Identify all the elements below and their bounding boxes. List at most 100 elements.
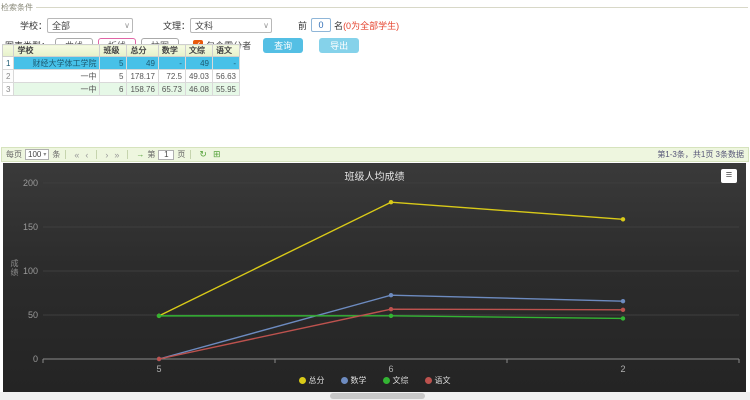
refresh-icon[interactable]: ↻ xyxy=(199,149,207,160)
svg-text:0: 0 xyxy=(33,354,38,364)
chevron-down-icon: ∨ xyxy=(124,21,130,30)
chevron-down-icon: ▾ xyxy=(43,151,46,158)
svg-text:100: 100 xyxy=(23,266,38,276)
school-select-value: 全部 xyxy=(52,19,70,32)
per-page-value: 100 xyxy=(28,150,41,159)
legend-label: 文综 xyxy=(393,375,409,386)
top-n-input[interactable] xyxy=(311,18,331,32)
table-cell: 5 xyxy=(100,70,127,83)
pager-divider xyxy=(65,150,66,159)
column-header[interactable]: 学校 xyxy=(14,45,100,57)
row-number-header xyxy=(3,45,14,57)
svg-text:5: 5 xyxy=(156,364,161,374)
legend-label: 数学 xyxy=(351,375,367,386)
legend-divider xyxy=(36,7,748,8)
page-prefix: 第 xyxy=(147,149,155,160)
svg-text:50: 50 xyxy=(28,310,38,320)
column-header[interactable]: 班级 xyxy=(100,45,127,57)
legend-item[interactable]: 数学 xyxy=(341,375,367,386)
subject-label: 文理： xyxy=(163,19,190,32)
table-cell: 49 xyxy=(127,57,158,70)
pager-divider xyxy=(96,150,97,159)
svg-text:150: 150 xyxy=(23,222,38,232)
pager-summary: 第1-3条，共1页 3条数据 xyxy=(657,149,744,160)
table-row[interactable]: 1财经大学体工学院549-49- xyxy=(3,57,240,70)
svg-text:6: 6 xyxy=(388,364,393,374)
subject-select-value: 文科 xyxy=(195,19,213,32)
table-cell: 72.5 xyxy=(158,70,185,83)
table-cell: 56.63 xyxy=(212,70,239,83)
table-cell: 一中 xyxy=(14,83,100,96)
table-row[interactable]: 3一中6158.7665.7346.0855.95 xyxy=(3,83,240,96)
table-cell: 49 xyxy=(185,57,212,70)
panel-legend-label: 检索条件 xyxy=(1,2,33,13)
legend-marker-icon xyxy=(341,377,348,384)
top-n-hint: (0为全部学生) xyxy=(343,19,399,32)
goto-page-icon[interactable]: → xyxy=(136,150,144,159)
row-number-cell: 1 xyxy=(3,57,14,70)
horizontal-scrollbar[interactable] xyxy=(0,392,750,400)
y-axis-title: 成绩 xyxy=(9,259,20,277)
chart-legend: 总分 数学 文综 语文 xyxy=(3,375,746,386)
export-button[interactable]: 导出 xyxy=(319,38,359,53)
last-page-icon[interactable]: » xyxy=(114,150,119,160)
table-row[interactable]: 2一中5178.1772.549.0356.63 xyxy=(3,70,240,83)
prev-page-icon[interactable]: ‹ xyxy=(85,150,88,160)
chart-title: 班级人均成绩 xyxy=(3,168,746,183)
per-page-suffix: 条 xyxy=(52,149,60,160)
legend-label: 语文 xyxy=(435,375,451,386)
per-page-label: 每页 xyxy=(6,149,22,160)
legend-label: 总分 xyxy=(309,375,325,386)
filter-row: 学校： 全部 ∨ 文理： 文科 ∨ 前 名 (0为全部学生) xyxy=(0,17,750,33)
first-page-icon[interactable]: « xyxy=(74,150,79,160)
table-cell: - xyxy=(212,57,239,70)
pager-bar: 每页 100 ▾ 条 « ‹ › » → 第 页 ↻ ⊞ 第1-3条，共1页 3… xyxy=(1,147,749,162)
pager-divider xyxy=(127,150,128,159)
page-suffix: 页 xyxy=(177,149,185,160)
row-number-cell: 3 xyxy=(3,83,14,96)
top-n-label: 前 xyxy=(298,19,307,32)
svg-text:2: 2 xyxy=(620,364,625,374)
results-grid: 学校班级总分数学文综语文 1财经大学体工学院549-49-2一中5178.177… xyxy=(2,44,240,96)
query-button[interactable]: 查询 xyxy=(263,38,303,53)
legend-marker-icon xyxy=(425,377,432,384)
legend-item[interactable]: 文综 xyxy=(383,375,409,386)
results-table: 学校班级总分数学文综语文 1财经大学体工学院549-49-2一中5178.177… xyxy=(2,44,240,96)
per-page-select[interactable]: 100 ▾ xyxy=(25,149,49,160)
expand-icon[interactable]: ⊞ xyxy=(213,149,221,160)
column-header[interactable]: 文综 xyxy=(185,45,212,57)
table-cell: 65.73 xyxy=(158,83,185,96)
table-cell: 5 xyxy=(100,57,127,70)
column-header[interactable]: 语文 xyxy=(212,45,239,57)
subject-select[interactable]: 文科 ∨ xyxy=(190,18,272,33)
table-cell: 46.08 xyxy=(185,83,212,96)
table-cell: 49.03 xyxy=(185,70,212,83)
panel-legend: 检索条件 xyxy=(0,0,750,13)
table-cell: 178.17 xyxy=(127,70,158,83)
top-n-suffix: 名 xyxy=(334,19,343,32)
table-cell: 55.95 xyxy=(212,83,239,96)
row-number-cell: 2 xyxy=(3,70,14,83)
legend-marker-icon xyxy=(299,377,306,384)
school-label: 学校： xyxy=(20,19,47,32)
table-cell: - xyxy=(158,57,185,70)
school-select[interactable]: 全部 ∨ xyxy=(47,18,133,33)
legend-item[interactable]: 总分 xyxy=(299,375,325,386)
chart-panel: 班级人均成绩 ≡ 成绩 050100150200562 总分数学文综语文 xyxy=(3,163,746,392)
next-page-icon[interactable]: › xyxy=(105,150,108,160)
page-number-input[interactable] xyxy=(158,150,174,160)
column-header[interactable]: 数学 xyxy=(158,45,185,57)
scrollbar-thumb[interactable] xyxy=(330,393,425,399)
page: 检索条件 学校： 全部 ∨ 文理： 文科 ∨ 前 名 (0为全部学生) 图表类型… xyxy=(0,0,750,400)
table-cell: 财经大学体工学院 xyxy=(14,57,100,70)
legend-item[interactable]: 语文 xyxy=(425,375,451,386)
chevron-down-icon: ∨ xyxy=(263,21,269,30)
table-cell: 158.76 xyxy=(127,83,158,96)
table-cell: 一中 xyxy=(14,70,100,83)
line-chart-svg: 050100150200562 xyxy=(3,163,746,392)
table-header: 学校班级总分数学文综语文 xyxy=(3,45,240,57)
chart-menu-icon[interactable]: ≡ xyxy=(721,169,737,183)
pager-divider xyxy=(190,150,191,159)
table-cell: 6 xyxy=(100,83,127,96)
column-header[interactable]: 总分 xyxy=(127,45,158,57)
